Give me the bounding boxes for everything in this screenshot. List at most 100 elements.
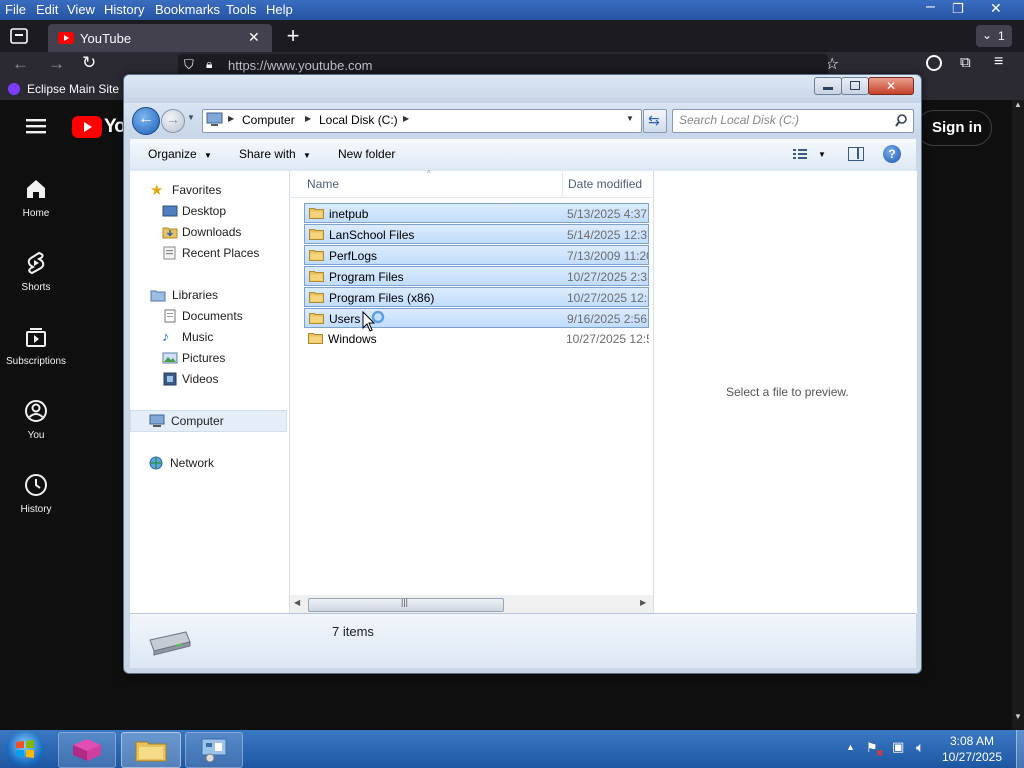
forward-icon[interactable]: → xyxy=(48,54,65,74)
hamburger-menu-icon[interactable] xyxy=(26,118,46,137)
menu-history[interactable]: History xyxy=(104,2,144,17)
nav-network[interactable]: Network xyxy=(130,453,289,473)
reload-icon[interactable]: ↻ xyxy=(82,53,96,73)
scroll-right-icon[interactable]: ▶ xyxy=(640,598,646,607)
nav-computer[interactable]: Computer xyxy=(130,410,287,432)
new-folder-button[interactable]: New folder xyxy=(338,147,395,161)
youtube-logo[interactable]: Yo xyxy=(72,116,126,140)
maximize-icon[interactable]: ❐ xyxy=(952,1,964,17)
taskbar-app-control-panel[interactable] xyxy=(185,732,243,768)
scroll-left-icon[interactable]: ◀ xyxy=(294,598,300,607)
nav-videos[interactable]: Videos xyxy=(130,369,289,389)
nav-favorites[interactable]: ★ Favorites xyxy=(130,180,289,200)
show-desktop-button[interactable] xyxy=(1016,730,1024,768)
menu-tools[interactable]: Tools xyxy=(226,2,256,17)
explorer-forward-icon[interactable]: → xyxy=(161,109,185,133)
column-header-date[interactable]: Date modified xyxy=(568,177,642,191)
horizontal-scrollbar[interactable]: ◀ ||| ▶ xyxy=(290,595,653,613)
new-tab-icon[interactable]: + xyxy=(282,25,304,48)
taskbar-app-lanschool[interactable] xyxy=(58,732,116,768)
preview-message: Select a file to preview. xyxy=(726,385,849,399)
back-icon[interactable]: ← xyxy=(12,54,29,74)
extensions-icon[interactable]: ⧉ xyxy=(960,54,971,71)
explorer-back-icon[interactable]: ← xyxy=(132,107,160,135)
help-icon[interactable]: ? xyxy=(883,145,901,163)
chevron-down-icon: ⌄ xyxy=(982,28,993,42)
error-x-icon: ✖ xyxy=(876,748,884,758)
address-bar[interactable]: ▶ Computer ▶ Local Disk (C:) ▶ ▼ xyxy=(202,109,642,133)
taskbar-clock[interactable]: 3:08 AM 10/27/2025 xyxy=(930,733,1014,765)
show-hidden-icons-icon[interactable]: ▲ xyxy=(846,742,855,752)
yt-nav-subscriptions[interactable]: Subscriptions xyxy=(0,324,72,367)
breadcrumb-separator-icon[interactable]: ▶ xyxy=(403,114,409,123)
file-date: 5/14/2025 12:37 xyxy=(567,228,649,242)
view-options-chevron-icon[interactable]: ▼ xyxy=(818,150,826,159)
nav-label: Libraries xyxy=(172,288,219,302)
file-row[interactable]: Program Files (x86) 10/27/2025 12:5 xyxy=(304,287,649,307)
file-row[interactable]: inetpub 5/13/2025 4:37 P xyxy=(304,203,649,223)
explorer-minimize-icon[interactable] xyxy=(814,77,842,95)
explorer-maximize-icon[interactable] xyxy=(841,77,869,95)
refresh-button[interactable]: ⇆ xyxy=(643,109,667,133)
share-with-button[interactable]: Share with ▼ xyxy=(239,147,311,161)
nav-documents[interactable]: Documents xyxy=(130,306,289,326)
menu-hamburger-icon[interactable]: ≡ xyxy=(994,53,1003,71)
menu-help[interactable]: Help xyxy=(266,2,293,17)
column-header-name[interactable]: Name xyxy=(307,177,339,191)
tab-list-button[interactable]: ⌄ 1 xyxy=(976,25,1012,47)
change-view-button[interactable] xyxy=(792,147,808,164)
yt-nav-shorts[interactable]: Shorts xyxy=(0,250,72,293)
column-divider[interactable] xyxy=(562,171,563,197)
nav-music[interactable]: ♪ Music xyxy=(130,327,289,347)
file-row[interactable]: LanSchool Files 5/14/2025 12:37 xyxy=(304,224,649,244)
preview-pane-icon[interactable] xyxy=(848,147,864,161)
menu-file[interactable]: File xyxy=(5,2,26,17)
scrollbar-thumb[interactable]: ||| xyxy=(308,597,504,612)
desktop-icon xyxy=(162,205,178,217)
history-icon xyxy=(25,474,47,496)
yt-nav-home[interactable]: Home xyxy=(0,176,72,219)
search-placeholder: Search Local Disk (C:) xyxy=(679,113,800,127)
url-bar[interactable]: ⛉ 🔒︎ https://www.youtube.com xyxy=(178,54,828,76)
file-name: inetpub xyxy=(329,207,369,221)
file-row[interactable]: PerfLogs 7/13/2009 11:20 xyxy=(304,245,649,265)
page-scrollbar[interactable]: ▲ ▼ xyxy=(1012,100,1024,730)
breadcrumb-computer[interactable]: Computer xyxy=(242,113,295,127)
file-row[interactable]: Users 9/16/2025 2:56 A xyxy=(304,308,649,328)
menu-view[interactable]: View xyxy=(67,2,95,17)
explorer-close-icon[interactable]: ✕ xyxy=(868,77,914,95)
account-icon[interactable] xyxy=(926,55,942,71)
volume-muted-icon[interactable]: 🔈︎ xyxy=(916,739,924,756)
tab-youtube[interactable]: YouTube ✕ xyxy=(48,24,272,52)
nav-libraries[interactable]: Libraries xyxy=(130,285,289,305)
file-row[interactable]: Program Files 10/27/2025 2:33 xyxy=(304,266,649,286)
yt-nav-you[interactable]: You xyxy=(0,398,72,441)
file-row[interactable]: Windows 10/27/2025 12:5 xyxy=(304,329,649,349)
taskbar-app-explorer[interactable] xyxy=(121,732,181,768)
explorer-titlebar[interactable]: ✕ xyxy=(124,75,921,103)
nav-pictures[interactable]: Pictures xyxy=(130,348,289,368)
recent-pages-chevron-icon[interactable]: ▼ xyxy=(187,113,195,122)
start-button[interactable] xyxy=(6,731,44,767)
tab-close-icon[interactable]: ✕ xyxy=(248,29,260,46)
address-dropdown-icon[interactable]: ▼ xyxy=(626,114,634,123)
scroll-up-icon[interactable]: ▲ xyxy=(1014,100,1022,109)
home-icon xyxy=(27,180,45,198)
menu-bookmarks[interactable]: Bookmarks xyxy=(155,2,220,17)
minimize-icon[interactable]: – xyxy=(926,0,935,16)
search-icon[interactable] xyxy=(895,114,908,127)
scroll-down-icon[interactable]: ▼ xyxy=(1014,712,1022,721)
close-icon[interactable]: ✕ xyxy=(990,0,1002,17)
organize-button[interactable]: Organize ▼ xyxy=(148,147,212,161)
nav-recent-places[interactable]: Recent Places xyxy=(130,243,289,263)
sign-in-button[interactable]: Sign in xyxy=(916,110,992,146)
nav-desktop[interactable]: Desktop xyxy=(130,201,289,221)
network-tray-icon[interactable]: ▣ xyxy=(892,739,904,755)
tab-overview-icon[interactable] xyxy=(8,26,30,46)
nav-label: Desktop xyxy=(182,204,227,218)
nav-downloads[interactable]: Downloads xyxy=(130,222,289,242)
yt-nav-history[interactable]: History xyxy=(0,472,72,515)
search-box[interactable]: Search Local Disk (C:) xyxy=(672,109,914,133)
menu-edit[interactable]: Edit xyxy=(36,2,58,17)
breadcrumb-local-disk[interactable]: Local Disk (C:) xyxy=(319,113,398,127)
